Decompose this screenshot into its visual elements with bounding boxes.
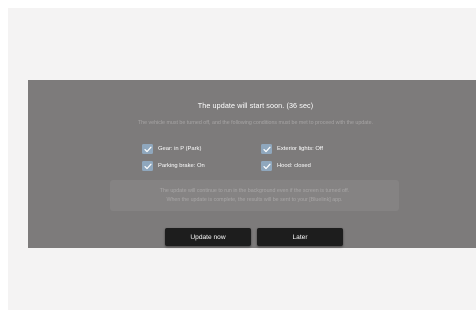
screen-background: The update will start soon. (36 sec) The…	[8, 8, 476, 310]
condition-gear: Gear: in P (Park)	[142, 144, 201, 154]
condition-exterior-lights: Exterior lights: Off	[261, 144, 323, 154]
condition-gear-label: Gear: in P (Park)	[158, 146, 202, 152]
checkmark-icon	[143, 163, 152, 169]
later-button[interactable]: Later	[257, 228, 343, 246]
checkmark-icon	[262, 163, 271, 169]
notice-line-1: The update will continue to run in the b…	[159, 188, 350, 194]
checkbox-exterior-lights	[261, 144, 272, 154]
checkbox-parking-brake	[142, 161, 153, 171]
checkmark-icon	[143, 146, 152, 152]
checkbox-gear	[142, 144, 153, 154]
dialog-title: The update will start soon. (36 sec)	[197, 101, 314, 110]
condition-hood: Hood: closed	[261, 161, 311, 171]
background-update-notice: The update will continue to run in the b…	[110, 180, 399, 211]
checkmark-icon	[262, 146, 271, 152]
condition-hood-label: Hood: closed	[277, 163, 311, 169]
notice-line-2: When the update is complete, the results…	[166, 196, 343, 203]
dialog-subtitle: The vehicle must be turned off, and the …	[137, 120, 374, 126]
condition-exterior-lights-label: Exterior lights: Off	[277, 146, 323, 152]
update-dialog: The update will start soon. (36 sec) The…	[28, 80, 476, 248]
checkbox-hood	[261, 161, 272, 171]
condition-parking-brake: Parking brake: On	[142, 161, 205, 171]
update-now-button[interactable]: Update now	[165, 228, 251, 246]
condition-parking-brake-label: Parking brake: On	[158, 163, 205, 169]
